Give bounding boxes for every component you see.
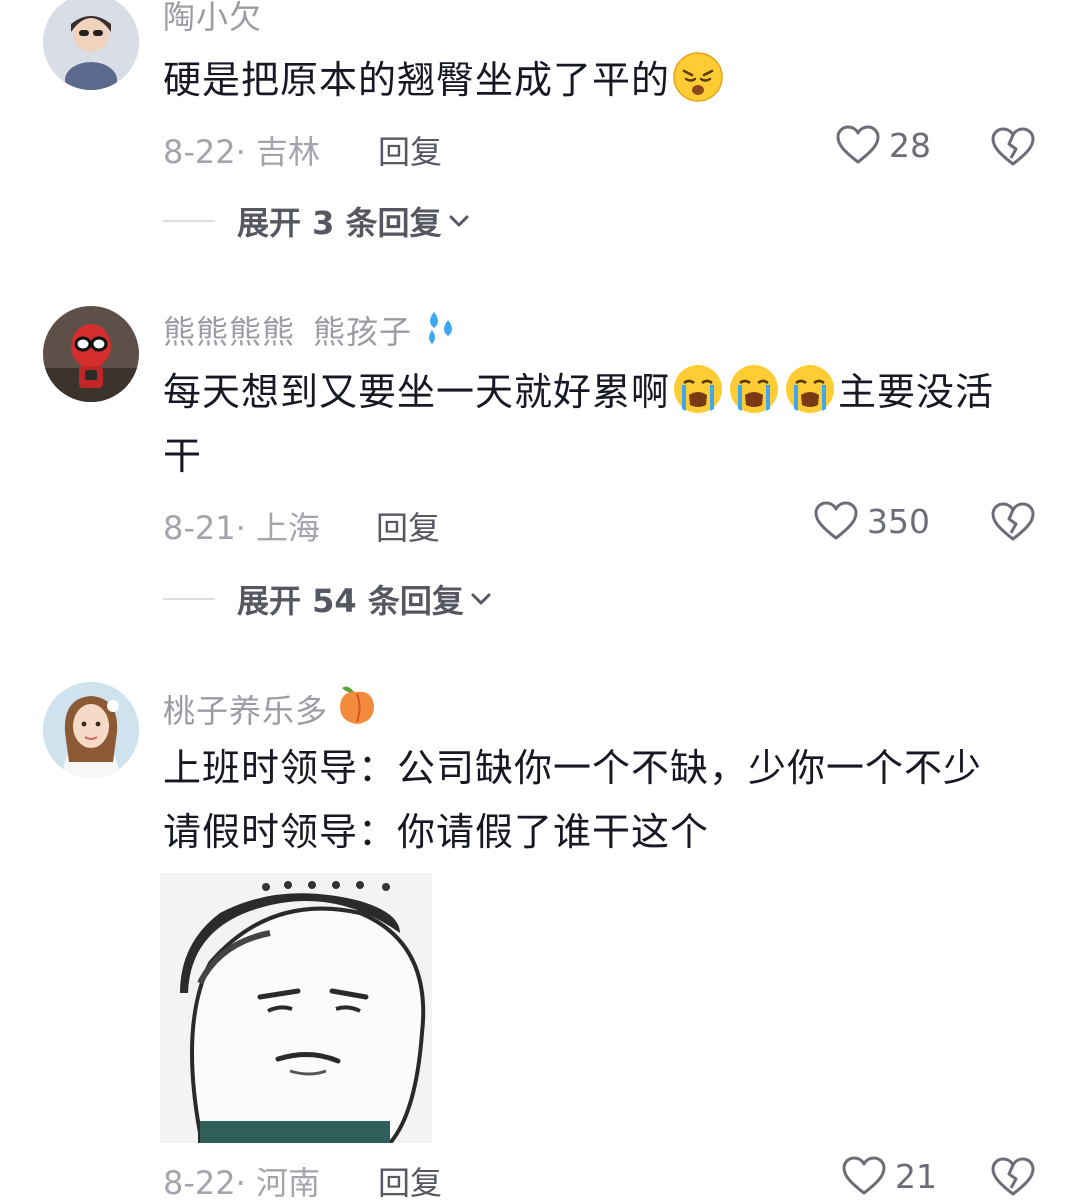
expand-replies-label: 展开 3 条回复 — [237, 204, 442, 242]
expand-replies-button[interactable]: 展开 3 条回复 — [163, 198, 470, 244]
username-text[interactable]: 陶小欠 — [163, 0, 262, 38]
reply-button[interactable]: 回复 — [378, 1158, 442, 1204]
comment-text-content: 干 — [163, 434, 203, 478]
user-avatar[interactable] — [43, 682, 139, 778]
chevron-down-icon — [442, 214, 470, 228]
comment-text-content: 请假时领导：你请假了谁干这个 — [163, 810, 710, 854]
comment-date-location: 8-22· 吉林 — [163, 133, 320, 171]
expand-replies-button[interactable]: 展开 54 条回复 — [163, 576, 492, 622]
reply-button[interactable]: 回复 — [378, 127, 442, 173]
divider-line — [163, 598, 215, 600]
comment-date-location: 8-22· 河南 — [163, 1164, 320, 1202]
broken-heart-icon — [990, 126, 1036, 168]
like-button[interactable]: 350 — [813, 500, 930, 542]
heart-icon — [835, 124, 881, 166]
chevron-down-icon — [464, 592, 492, 606]
username-text[interactable]: 熊熊熊熊 — [163, 307, 295, 353]
comment-username[interactable]: 熊熊熊熊 熊孩子 — [163, 306, 460, 354]
heart-icon — [813, 500, 859, 542]
divider-line — [163, 220, 215, 222]
loudly-crying-face-emoji — [784, 363, 836, 415]
heart-icon — [841, 1155, 887, 1197]
dislike-button[interactable] — [990, 126, 1036, 168]
broken-heart-icon — [990, 1156, 1036, 1198]
comment-text: 上班时领导：公司缺你一个不缺，少你一个不少 请假时领导：你请假了谁干这个 — [163, 736, 1033, 864]
user-avatar[interactable] — [43, 306, 139, 402]
comment-username[interactable]: 陶小欠 — [163, 0, 262, 38]
dislike-button[interactable] — [990, 1156, 1036, 1198]
user-avatar[interactable] — [43, 0, 139, 90]
sticker-meme-image[interactable] — [160, 873, 432, 1143]
comment-text-content: 每天想到又要坐一天就好累啊 — [163, 370, 671, 414]
expand-replies-label: 展开 54 条回复 — [237, 582, 464, 620]
like-count: 28 — [889, 125, 931, 165]
like-button[interactable]: 28 — [835, 124, 931, 166]
comment-text-content: 硬是把原本的翘臀坐成了平的 — [163, 58, 671, 102]
like-count: 21 — [895, 1156, 937, 1196]
loudly-crying-face-emoji — [672, 363, 724, 415]
like-button[interactable]: 21 — [841, 1155, 937, 1197]
comment-date-location: 8-21· 上海 — [163, 509, 320, 547]
dislike-button[interactable] — [990, 501, 1036, 543]
sweat-droplets-emoji — [420, 306, 460, 354]
username-suffix: 熊孩子 — [313, 313, 413, 351]
comment-text: 每天想到又要坐一天就好累啊 主要没活干 — [163, 360, 1033, 488]
reply-button[interactable]: 回复 — [376, 503, 440, 549]
broken-heart-icon — [990, 501, 1036, 543]
username-text[interactable]: 桃子养乐多 — [163, 686, 328, 732]
tired-face-emoji — [672, 51, 724, 103]
like-count: 350 — [867, 501, 930, 541]
loudly-crying-face-emoji — [728, 363, 780, 415]
comment-text-content: 主要没活 — [838, 370, 995, 414]
comment-text-content: 上班时领导：公司缺你一个不缺，少你一个不少 — [163, 746, 983, 790]
comment-text: 硬是把原本的翘臀坐成了平的 — [163, 48, 1033, 112]
peach-emoji — [336, 684, 378, 734]
comment-username[interactable]: 桃子养乐多 — [163, 684, 378, 734]
